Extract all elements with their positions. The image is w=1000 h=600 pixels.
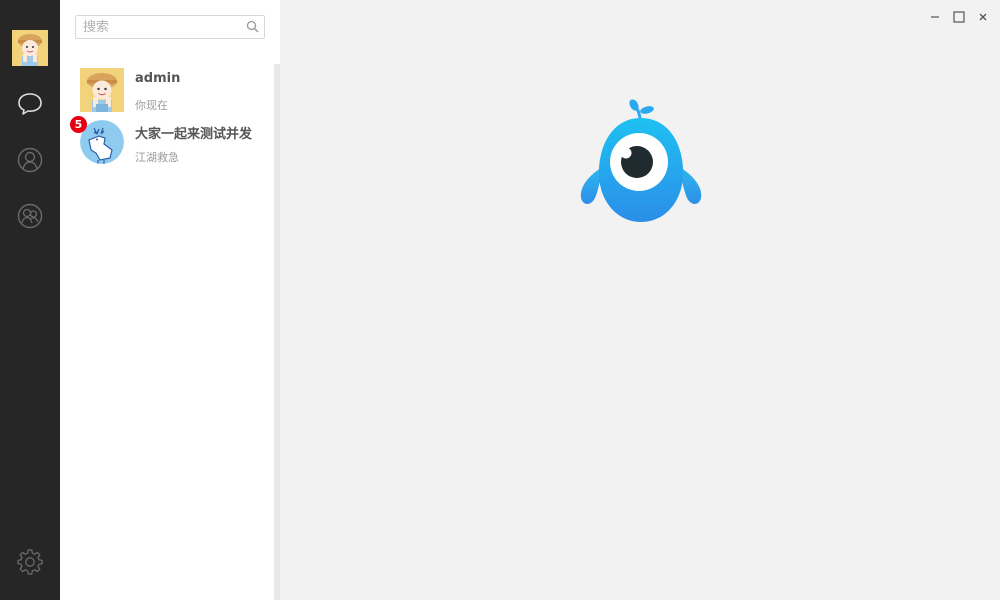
nav-sidebar — [0, 0, 60, 600]
contacts-icon[interactable] — [16, 146, 44, 174]
maximize-icon[interactable] — [950, 8, 968, 26]
conversation-name: 大家一起来测试并发 — [135, 127, 253, 142]
conversation-panel: admin 你现在 5 大家一起来测试并发 江湖救急 — [60, 0, 280, 600]
groups-icon[interactable] — [16, 202, 44, 230]
conversation-item-admin[interactable]: admin 你现在 — [60, 68, 272, 118]
close-icon[interactable] — [974, 8, 992, 26]
avatar — [80, 68, 124, 112]
unread-badge: 5 — [70, 116, 87, 133]
conversation-item-group[interactable]: 5 大家一起来测试并发 江湖救急 — [60, 116, 272, 170]
settings-icon[interactable] — [16, 548, 44, 576]
conversation-name: admin — [135, 71, 181, 86]
app-window: admin 你现在 5 大家一起来测试并发 江湖救急 — [0, 0, 1000, 600]
search-box — [75, 15, 265, 39]
search-icon[interactable] — [246, 20, 259, 33]
mascot-logo — [580, 99, 702, 222]
main-area — [280, 0, 1000, 600]
minimize-icon[interactable] — [926, 8, 944, 26]
chat-icon[interactable] — [16, 90, 44, 118]
user-avatar[interactable] — [12, 30, 48, 66]
conversation-last-message: 江湖救急 — [135, 151, 179, 164]
conversation-last-message: 你现在 — [135, 99, 168, 112]
search-input[interactable] — [76, 16, 243, 38]
